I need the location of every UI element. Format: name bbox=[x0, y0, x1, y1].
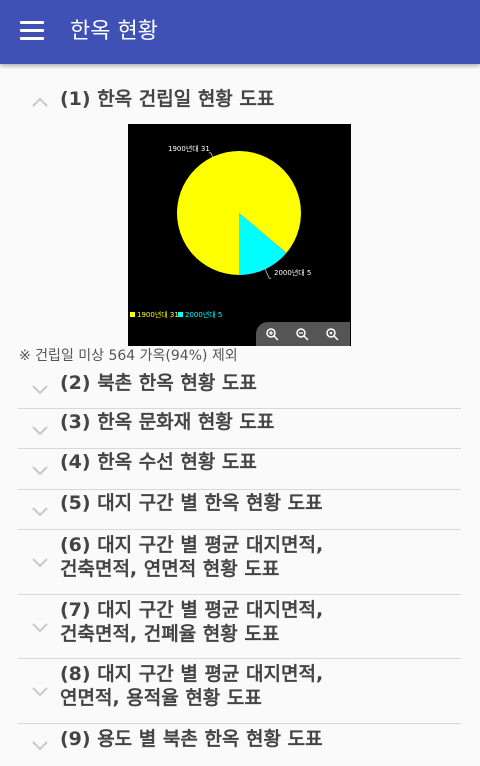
section-8-title-line1: (8) 대지 구간 별 평균 대지면적, bbox=[60, 663, 324, 685]
section-9-header[interactable]: (9) 용도 별 북촌 한옥 현황 도표 bbox=[0, 724, 480, 764]
section-6-title-line2: 건축면적, 연면적 현황 도표 bbox=[60, 558, 280, 580]
legend-swatch-1900s bbox=[130, 312, 135, 317]
section-9-title: (9) 용도 별 북촌 한옥 현황 도표 bbox=[60, 728, 323, 750]
slice-label-leader-1900s bbox=[208, 152, 214, 157]
section-4-header[interactable]: (4) 한옥 수선 현황 도표 bbox=[0, 449, 480, 489]
chart-note: ※ 건립일 미상 564 가옥(94%) 제외 bbox=[19, 348, 238, 364]
section-7-title-line2: 건축면적, 건폐율 현황 도표 bbox=[60, 623, 280, 645]
chevron-down-icon bbox=[30, 617, 50, 637]
section-6-header[interactable]: (6) 대지 구간 별 평균 대지면적, 건축면적, 연면적 현황 도표 bbox=[0, 530, 480, 594]
section-1-header[interactable]: (1) 한옥 건립일 현황 도표 bbox=[0, 84, 480, 114]
zoom-in-icon[interactable] bbox=[264, 326, 280, 342]
legend-label-2000s: 2000년대 5 bbox=[185, 310, 222, 319]
section-8-title-line2: 연면적, 용적율 현황 도표 bbox=[60, 687, 262, 709]
zoom-reset-icon[interactable] bbox=[324, 326, 340, 342]
section-7-header[interactable]: (7) 대지 구간 별 평균 대지면적, 건축면적, 건폐율 현황 도표 bbox=[0, 595, 480, 659]
legend-swatch-2000s bbox=[178, 312, 183, 317]
section-8-header[interactable]: (8) 대지 구간 별 평균 대지면적, 연면적, 용적율 현황 도표 bbox=[0, 659, 480, 723]
chevron-down-icon bbox=[30, 379, 50, 399]
zoom-out-icon[interactable] bbox=[294, 326, 310, 342]
section-2-header[interactable]: (2) 북촌 한옥 현황 도표 bbox=[0, 368, 480, 408]
section-6-title-line1: (6) 대지 구간 별 평균 대지면적, bbox=[60, 534, 324, 556]
page-title: 한옥 현황 bbox=[70, 19, 158, 44]
legend-label-1900s: 1900년대 31 bbox=[137, 310, 179, 319]
section-1-title: (1) 한옥 건립일 현황 도표 bbox=[60, 88, 275, 110]
chevron-down-icon bbox=[30, 735, 50, 755]
slice-label-1900s: 1900년대 31 bbox=[168, 144, 210, 153]
chevron-down-icon bbox=[30, 552, 50, 572]
chevron-down-icon bbox=[30, 420, 50, 440]
slice-label-2000s: 2000년대 5 bbox=[274, 268, 311, 277]
section-3-title: (3) 한옥 문화재 현황 도표 bbox=[60, 411, 275, 433]
section-5-header[interactable]: (5) 대지 구간 별 한옥 현황 도표 bbox=[0, 490, 480, 530]
chevron-up-icon bbox=[30, 93, 50, 113]
chevron-down-icon bbox=[30, 681, 50, 701]
section-5-title: (5) 대지 구간 별 한옥 현황 도표 bbox=[60, 492, 323, 514]
slice-label-leader-2000s bbox=[264, 269, 272, 279]
pie-chart: 1900년대 31 2000년대 5 1900년대 31 2000년대 5 bbox=[128, 124, 351, 346]
app-bar: 한옥 현황 bbox=[0, 0, 480, 64]
chevron-down-icon bbox=[30, 501, 50, 521]
chevron-down-icon bbox=[30, 460, 50, 480]
section-3-header[interactable]: (3) 한옥 문화재 현황 도표 bbox=[0, 409, 480, 449]
chart-zoom-controls bbox=[256, 322, 350, 346]
section-4-title: (4) 한옥 수선 현황 도표 bbox=[60, 451, 257, 473]
section-7-title-line1: (7) 대지 구간 별 평균 대지면적, bbox=[60, 599, 324, 621]
menu-icon[interactable] bbox=[20, 21, 44, 41]
section-2-title: (2) 북촌 한옥 현황 도표 bbox=[60, 372, 257, 394]
